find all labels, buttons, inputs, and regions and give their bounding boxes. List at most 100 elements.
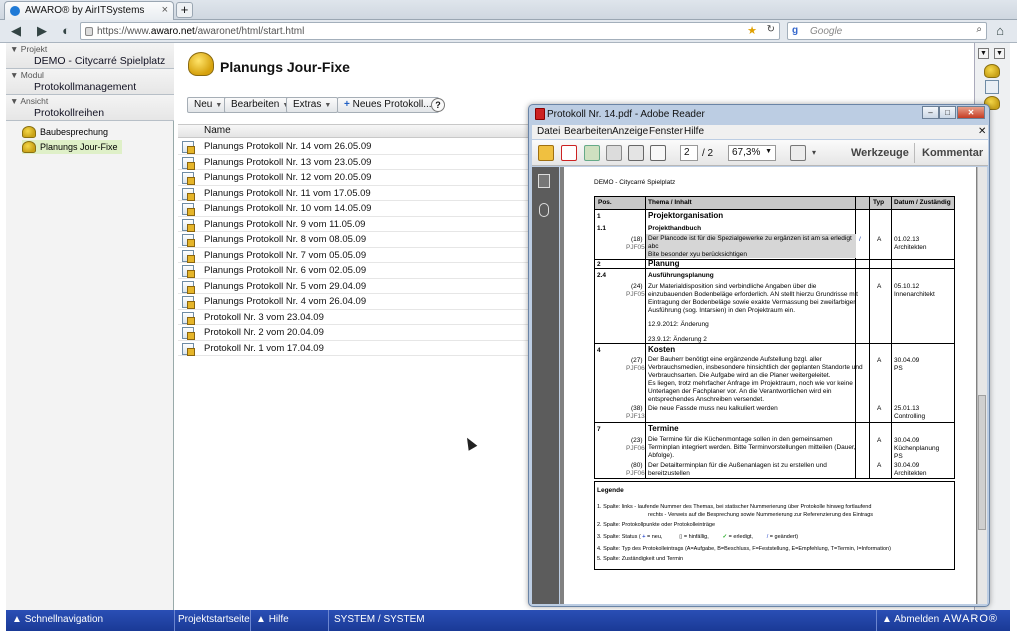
protocol-title: Planungs Protokoll Nr. 14 vom 26.05.09 — [204, 141, 372, 152]
pdf-text: Zur Materialdisposition sind verbindlich… — [648, 283, 817, 290]
protocol-row[interactable]: Protokoll Nr. 2 vom 20.04.09 — [178, 325, 530, 341]
attachments-icon[interactable] — [539, 203, 549, 217]
legend-line: 4. Spalte: Typ des Protokolleintrags (A=… — [597, 546, 891, 552]
list-header[interactable]: Name — [178, 124, 530, 138]
protocol-icon — [182, 280, 195, 294]
toolbar-divider — [914, 143, 915, 163]
footer-bar: ▲ Schnellnavigation Projektstartseite ▲ … — [6, 610, 1010, 631]
pdf-who: PS — [894, 365, 903, 372]
kommentar-button[interactable]: Kommentar — [922, 147, 983, 159]
home-icon[interactable]: ⌂ — [992, 23, 1008, 39]
protocol-row[interactable]: Planungs Protokoll Nr. 8 vom 08.05.09 — [178, 232, 530, 248]
expand-icon[interactable]: ▼ — [994, 48, 1005, 59]
module-selector[interactable]: ▼ Modul Protokollmanagement — [6, 69, 174, 95]
protocol-row[interactable]: Planungs Protokoll Nr. 14 vom 26.05.09 — [178, 139, 530, 155]
print-icon[interactable] — [628, 145, 644, 161]
meeting-series-icon — [22, 126, 36, 138]
browser-tab[interactable]: AWARO® by AirITSystems × — [4, 1, 174, 20]
protocol-row[interactable]: Protokoll Nr. 3 vom 23.04.09 — [178, 310, 530, 325]
protocol-row[interactable]: Planungs Protokoll Nr. 6 vom 02.05.09 — [178, 263, 530, 279]
vertical-scrollbar[interactable] — [977, 167, 987, 604]
module-value: Protokollmanagement — [34, 81, 137, 93]
menu-anzeige[interactable]: Anzeige — [612, 126, 648, 137]
create-pdf-icon[interactable] — [561, 145, 577, 161]
protocol-icon — [182, 342, 195, 356]
menu-fenster[interactable]: Fenster — [649, 126, 683, 137]
view-label: ▼ Ansicht — [10, 96, 49, 106]
close-document-icon[interactable]: ✕ — [978, 126, 986, 137]
reload-icon[interactable]: ↻ — [767, 24, 775, 35]
protocol-icon — [182, 327, 195, 340]
maximize-button[interactable]: □ — [939, 106, 956, 119]
menu-bearbeiten[interactable]: Bearbeiten — [564, 126, 612, 137]
collapse-icon[interactable]: ▼ — [978, 48, 989, 59]
pdf-who: Küchenplanung — [894, 445, 940, 452]
abmelden-button[interactable]: ▲ Abmelden — [882, 614, 939, 625]
close-tab-icon[interactable]: × — [162, 4, 168, 16]
toolbar-overflow-icon[interactable]: ▾ — [812, 148, 816, 157]
upload-icon[interactable] — [584, 145, 600, 161]
protocol-icon — [182, 218, 195, 232]
save-icon[interactable] — [606, 145, 622, 161]
schnellnavigation-button[interactable]: ▲ Schnellnavigation — [12, 614, 103, 625]
back-icon[interactable]: ◀ — [8, 23, 24, 39]
protocol-row[interactable]: Planungs Protokoll Nr. 13 vom 23.05.09 — [178, 155, 530, 170]
close-window-button[interactable]: ✕ — [957, 106, 985, 119]
view-selector[interactable]: ▼ Ansicht Protokollreihen — [6, 95, 174, 121]
menu-hilfe[interactable]: Hilfe — [684, 126, 704, 137]
bookmark-star-icon[interactable]: ★ — [747, 24, 757, 37]
protocol-icon — [182, 156, 195, 170]
reader-title: Protokoll Nr. 14.pdf - Adobe Reader — [547, 109, 705, 120]
pdf-ref-code: PJF06 — [626, 470, 645, 477]
hilfe-button[interactable]: ▲ Hilfe — [256, 614, 289, 625]
project-selector[interactable]: ▼ Projekt DEMO - Citycarré Spielplatz — [6, 43, 174, 69]
page-title: Planungs Jour-Fixe — [220, 59, 350, 75]
protocol-icon — [182, 141, 195, 154]
current-user: SYSTEM / SYSTEM — [334, 614, 425, 625]
address-bar[interactable]: https://www.awaro.net/awaronet/html/star… — [80, 22, 780, 40]
projektstartseite-button[interactable]: Projektstartseite — [178, 614, 250, 625]
protocol-icon — [182, 187, 195, 201]
zoom-select[interactable]: 67,3% ▼ — [728, 145, 776, 161]
protocol-row[interactable]: Planungs Protokoll Nr. 5 vom 29.04.09 — [178, 279, 530, 294]
protocol-title: Planungs Protokoll Nr. 11 vom 17.05.09 — [204, 187, 371, 199]
search-box[interactable]: g Google ⌕ — [787, 22, 987, 40]
browser-nav-bar: ◀ ▶ ◐ https://www.awaro.net/awaronet/htm… — [0, 20, 1017, 43]
extras-menu-button[interactable]: Extras ▼ — [286, 97, 339, 113]
protocol-row[interactable]: Planungs Protokoll Nr. 11 vom 17.05.09 — [178, 186, 530, 201]
protocol-row[interactable]: Planungs Protokoll Nr. 12 vom 20.05.09 — [178, 170, 530, 186]
new-tab-button[interactable]: + — [176, 2, 193, 18]
forward-icon[interactable]: ▶ — [34, 23, 50, 39]
meeting-series-icon — [22, 141, 36, 153]
neu-menu-button[interactable]: Neu ▼ — [187, 97, 230, 113]
quick-meeting-icon[interactable] — [984, 64, 1000, 78]
protocol-icon — [182, 172, 195, 185]
search-icon[interactable]: ⌕ — [976, 24, 982, 35]
fit-page-icon[interactable] — [790, 145, 806, 161]
protocol-row[interactable]: Planungs Protokoll Nr. 10 vom 14.05.09 — [178, 201, 530, 217]
reader-menu-bar: Datei Bearbeiten Anzeige Fenster Hilfe ✕ — [532, 125, 988, 139]
protocol-title: Protokoll Nr. 2 vom 20.04.09 — [204, 327, 324, 338]
tree-item-baubesprechung[interactable]: Baubesprechung — [22, 125, 108, 139]
protocol-row[interactable]: Planungs Protokoll Nr. 9 vom 11.05.09 — [178, 217, 530, 232]
help-button[interactable]: ? — [431, 98, 445, 112]
open-file-icon[interactable] — [538, 145, 554, 161]
legend-line: 5. Spalte: Zuständigkeit und Termin — [597, 556, 684, 562]
minimize-button[interactable]: – — [922, 106, 939, 119]
protocol-row[interactable]: Planungs Protokoll Nr. 4 vom 26.04.09 — [178, 294, 530, 310]
pdf-section-num: 7 — [597, 426, 601, 433]
new-protocol-button[interactable]: + Neues Protokoll... — [337, 97, 439, 113]
page-number-input[interactable]: 2 — [680, 145, 698, 161]
menu-datei[interactable]: Datei — [537, 126, 560, 137]
protocol-row[interactable]: Protokoll Nr. 1 vom 17.04.09 — [178, 341, 530, 356]
site-info-icon[interactable]: ◐ — [58, 23, 74, 39]
email-icon[interactable] — [650, 145, 666, 161]
tree-item-planungs-jour-fixe[interactable]: Planungs Jour-Fixe — [22, 140, 122, 154]
werkzeuge-button[interactable]: Werkzeuge — [851, 147, 909, 159]
page-thumbnails-icon[interactable] — [538, 174, 550, 188]
quick-protocol-icon[interactable] — [985, 80, 999, 94]
scrollbar-thumb[interactable] — [978, 395, 986, 530]
protocol-row[interactable]: Planungs Protokoll Nr. 7 vom 05.05.09 — [178, 248, 530, 263]
pdf-row-title: Projekthandbuch — [648, 225, 702, 232]
protocol-title: Planungs Protokoll Nr. 13 vom 23.05.09 — [204, 156, 372, 168]
